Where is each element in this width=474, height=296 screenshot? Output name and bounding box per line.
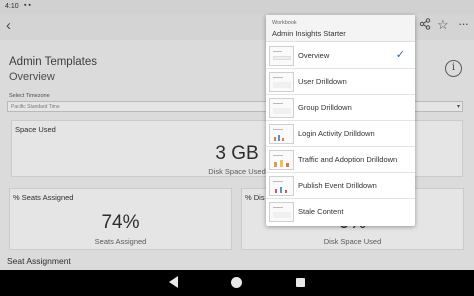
thumbnail-image: [269, 46, 294, 66]
thumbnail-image: [269, 176, 294, 196]
nav-recents-icon[interactable]: [296, 278, 305, 287]
nav-back-icon[interactable]: [169, 276, 178, 288]
menu-item-group-drilldown[interactable]: Group Drilldown: [266, 95, 415, 121]
menu-item-label: Stale Content: [298, 207, 344, 216]
thumbnail-image: [269, 98, 294, 118]
thumbnail-image: [269, 150, 294, 170]
nav-home-icon[interactable]: [231, 277, 242, 288]
menu-item-label: Traffic and Adoption Drilldown: [298, 155, 398, 164]
menu-item-traffic-adoption-drilldown[interactable]: Traffic and Adoption Drilldown: [266, 147, 415, 173]
workbook-name: Admin Insights Starter: [272, 29, 346, 38]
thumbnail-image: [269, 124, 294, 144]
thumbnail-image: [269, 72, 294, 92]
menu-item-user-drilldown[interactable]: User Drilldown: [266, 69, 415, 95]
menu-header: Workbook Admin Insights Starter: [266, 15, 415, 42]
menu-item-label: Group Drilldown: [298, 103, 352, 112]
workbook-label: Workbook: [272, 20, 297, 26]
menu-item-stale-content[interactable]: Stale Content: [266, 199, 415, 225]
menu-item-label: Login Activity Drilldown: [298, 129, 375, 138]
thumbnail-image: [269, 202, 294, 222]
menu-item-label: Publish Event Drilldown: [298, 181, 377, 190]
check-icon: ✓: [395, 49, 405, 61]
menu-item-login-activity-drilldown[interactable]: Login Activity Drilldown: [266, 121, 415, 147]
menu-item-label: Overview: [298, 51, 330, 60]
workbook-menu: Workbook Admin Insights Starter Overview…: [266, 15, 415, 226]
navigation-bar: [0, 270, 474, 296]
menu-item-publish-event-drilldown[interactable]: Publish Event Drilldown: [266, 173, 415, 199]
menu-item-label: User Drilldown: [298, 77, 347, 86]
menu-item-overview[interactable]: Overview ✓: [266, 43, 415, 69]
